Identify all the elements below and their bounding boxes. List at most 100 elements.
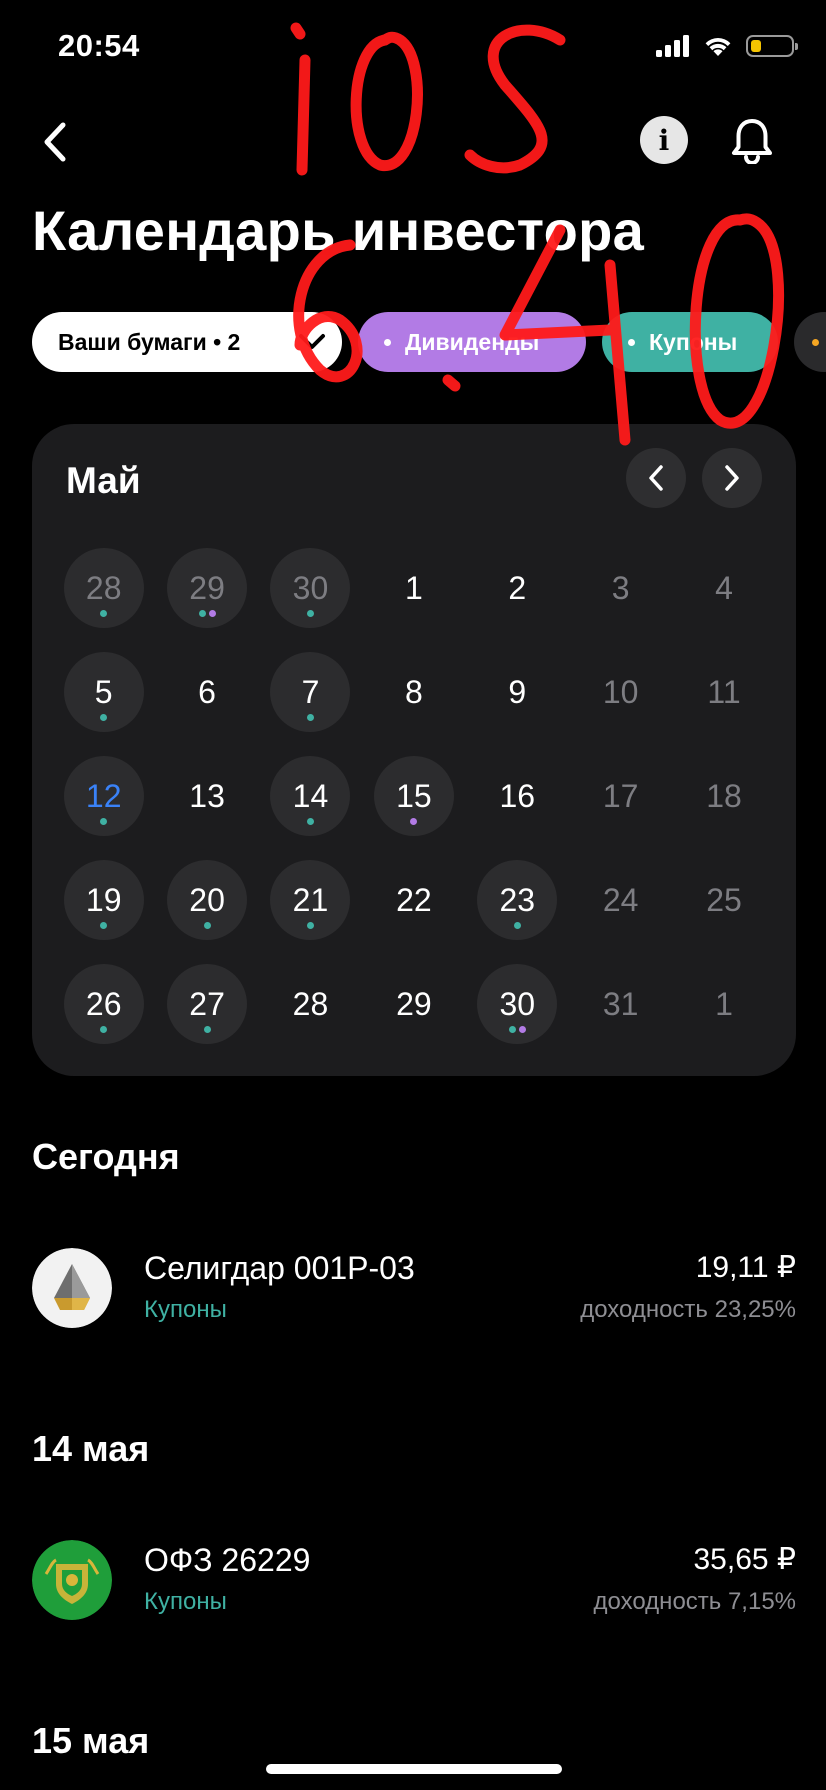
coupon-dot-icon (203, 1026, 211, 1033)
coupon-dot-icon (513, 922, 521, 929)
section-header-date: 15 мая (32, 1720, 150, 1761)
day-circle: 11 (684, 652, 764, 732)
day-circle: 12 (63, 756, 144, 836)
calendar-day[interactable]: 22 (362, 848, 465, 952)
event-row[interactable]: ОФЗ 26229 Купоны 35,65 ₽ доходность 7,15… (32, 1540, 796, 1624)
coupons-filter-chip[interactable]: Купоны (602, 312, 778, 372)
chevron-left-icon (44, 122, 66, 162)
day-circle: 20 (167, 860, 248, 940)
calendar-day[interactable]: 18 (672, 744, 775, 848)
day-circle: 1 (684, 964, 764, 1044)
calendar-day[interactable]: 13 (155, 744, 258, 848)
calendar-day[interactable]: 27 (155, 952, 258, 1056)
calendar-day[interactable]: 17 (569, 744, 672, 848)
day-circle: 19 (63, 860, 144, 940)
calendar-day[interactable]: 25 (672, 848, 775, 952)
day-circle: 5 (63, 652, 144, 732)
seligdar-logo (32, 1248, 112, 1328)
calendar-day[interactable]: 1 (672, 952, 775, 1056)
info-icon: i (658, 123, 670, 157)
home-indicator (266, 1764, 562, 1774)
chevron-left-icon (649, 465, 663, 491)
more-filter-chip[interactable] (794, 312, 826, 372)
dot-icon (812, 338, 819, 346)
day-number: 6 (198, 673, 216, 710)
day-number: 3 (611, 569, 630, 606)
day-number: 25 (706, 881, 742, 918)
event-dots (167, 610, 247, 617)
calendar-day[interactable]: 14 (259, 744, 362, 848)
day-number: 29 (396, 985, 432, 1022)
day-circle: 28 (63, 548, 144, 628)
day-circle: 3 (581, 548, 661, 628)
day-circle: 23 (477, 860, 558, 940)
status-bar: 20:54 (0, 0, 826, 100)
day-number: 5 (94, 673, 113, 710)
calendar-day[interactable]: 28 (52, 536, 155, 640)
event-yield: доходность 23,25% (580, 1296, 796, 1323)
calendar-day[interactable]: 21 (259, 848, 362, 952)
calendar-day[interactable]: 11 (672, 640, 775, 744)
calendar-day[interactable]: 26 (52, 952, 155, 1056)
your-securities-filter-chip[interactable]: Ваши бумаги • 2 (32, 312, 342, 372)
calendar-day[interactable]: 29 (362, 952, 465, 1056)
event-row[interactable]: Селигдар 001Р-03 Купоны 19,11 ₽ доходнос… (32, 1248, 796, 1332)
info-button[interactable]: i (640, 116, 688, 164)
month-label: Май (66, 460, 141, 501)
dividends-filter-chip[interactable]: Дивиденды (358, 312, 586, 372)
day-number: 7 (301, 673, 320, 710)
day-circle: 10 (581, 652, 661, 732)
event-dots (477, 922, 557, 929)
chip-label: Купоны (649, 328, 738, 355)
calendar-day[interactable]: 16 (466, 744, 569, 848)
day-circle: 30 (270, 548, 351, 628)
day-number: 18 (706, 777, 742, 814)
calendar-day[interactable]: 5 (52, 640, 155, 744)
chip-label: Ваши бумаги • 2 (58, 328, 241, 355)
coupon-dot-icon (306, 818, 314, 825)
back-button[interactable] (24, 112, 84, 172)
day-number: 27 (189, 985, 225, 1022)
calendar-day[interactable]: 20 (155, 848, 258, 952)
day-number: 2 (508, 569, 527, 606)
day-number: 16 (499, 777, 536, 814)
calendar-day[interactable]: 23 (466, 848, 569, 952)
day-circle: 8 (374, 652, 454, 732)
day-number: 24 (602, 881, 639, 918)
notifications-button[interactable] (726, 112, 778, 168)
calendar-day[interactable]: 15 (362, 744, 465, 848)
calendar-day[interactable]: 3 (569, 536, 672, 640)
calendar-day[interactable]: 24 (569, 848, 672, 952)
calendar-day[interactable]: 19 (52, 848, 155, 952)
day-circle: 9 (477, 652, 557, 732)
calendar-day[interactable]: 1 (362, 536, 465, 640)
day-number: 31 (602, 985, 639, 1022)
day-number: 1 (715, 985, 733, 1022)
calendar-day[interactable]: 9 (466, 640, 569, 744)
day-number: 14 (292, 777, 329, 814)
event-dots (64, 610, 144, 617)
calendar-day[interactable]: 30 (466, 952, 569, 1056)
calendar-day[interactable]: 30 (259, 536, 362, 640)
calendar-day[interactable]: 10 (569, 640, 672, 744)
calendar-day[interactable]: 31 (569, 952, 672, 1056)
calendar-day[interactable]: 29 (155, 536, 258, 640)
page-title: Календарь инвестора (32, 199, 645, 262)
calendar-day[interactable]: 28 (259, 952, 362, 1056)
calendar-day[interactable]: 4 (672, 536, 775, 640)
coupon-dot-icon (198, 610, 206, 617)
dividend-dot-icon (410, 818, 418, 825)
day-number: 8 (404, 673, 423, 710)
chevron-right-icon (725, 465, 739, 491)
next-month-button[interactable] (702, 448, 762, 508)
calendar-day[interactable]: 7 (259, 640, 362, 744)
calendar-day[interactable]: 6 (155, 640, 258, 744)
bell-icon (732, 119, 772, 164)
calendar-day[interactable]: 12 (52, 744, 155, 848)
prev-month-button[interactable] (626, 448, 686, 508)
event-amount: 35,65 ₽ (693, 1543, 797, 1576)
event-dots (64, 1026, 144, 1033)
calendar-day[interactable]: 2 (466, 536, 569, 640)
dot-icon (384, 338, 391, 346)
calendar-day[interactable]: 8 (362, 640, 465, 744)
